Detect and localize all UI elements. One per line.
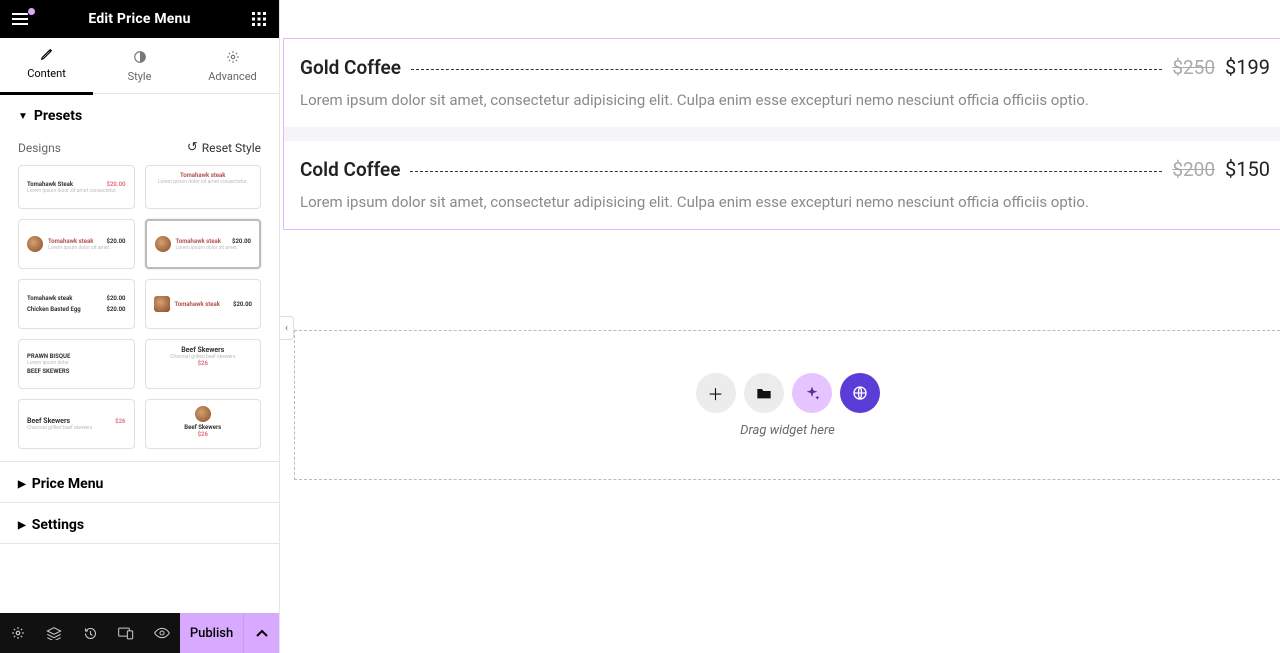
preset-card-4[interactable]: Tomahawk steak$20.00 Lorem ipsum dolor s… [145, 219, 262, 269]
tab-content-label: Content [27, 67, 66, 80]
plus-icon: ＋ [707, 381, 723, 405]
editor-canvas: ‹ Gold Coffee $250 $199 Lorem ipsum dolo… [280, 0, 1280, 653]
preset-card-7[interactable]: PRAWN BISQUE Lorem ipsum dolor BEEF SKEW… [18, 339, 135, 389]
widgets-grid-icon[interactable] [249, 9, 269, 29]
sidebar-header: Edit Price Menu [0, 0, 279, 38]
sidebar-footer: Publish [0, 613, 279, 653]
section-settings-label: Settings [32, 517, 84, 533]
publish-label: Publish [190, 626, 233, 641]
editor-sidebar: Edit Price Menu Content Style [0, 0, 280, 653]
preset-thumb [27, 236, 43, 252]
panel-title: Edit Price Menu [88, 11, 190, 27]
menu-item-old-price: $250 [1172, 56, 1215, 79]
drop-actions: ＋ [696, 373, 880, 413]
menu-item-description: Lorem ipsum dolor sit amet, consectetur … [300, 91, 1264, 109]
undo-icon: ↺ [187, 140, 198, 155]
globals-button[interactable] [840, 373, 880, 413]
menu-item-new-price: $150 [1225, 157, 1270, 181]
tab-style-label: Style [128, 70, 152, 83]
tab-style[interactable]: Style [93, 38, 186, 93]
history-icon[interactable] [72, 613, 108, 653]
publish-button[interactable]: Publish [180, 613, 243, 653]
preset-card-8[interactable]: Beef Skewers Charcoal grilled beef skewe… [145, 339, 262, 389]
responsive-icon[interactable] [108, 613, 144, 653]
menu-icon[interactable] [10, 9, 30, 29]
chevron-left-icon: ‹ [285, 323, 288, 334]
sparkle-icon [804, 385, 820, 401]
tab-advanced[interactable]: Advanced [186, 38, 279, 93]
panel-body: ▼ Presets Designs ↺ Reset Style Tomahawk… [0, 94, 279, 613]
designs-row: Designs ↺ Reset Style [0, 134, 279, 165]
preset-grid: Tomahawk Steak$20.00 Lorem ipsum dolor s… [0, 165, 279, 461]
settings-icon[interactable] [0, 613, 36, 653]
menu-item-old-price: $200 [1172, 158, 1215, 181]
menu-item-separator [410, 171, 1162, 172]
gear-icon [226, 48, 240, 66]
section-presets-label: Presets [34, 108, 82, 124]
preset-card-6[interactable]: Tomahawk steak$20.00 [145, 279, 262, 329]
menu-item-new-price: $199 [1225, 55, 1270, 79]
preset-card-5[interactable]: Tomahawk steak$20.00 Chicken Basted Egg$… [18, 279, 135, 329]
preset-card-9[interactable]: Beef Skewers$26 Charcoal grilled beef sk… [18, 399, 135, 449]
tab-advanced-label: Advanced [208, 70, 256, 83]
navigator-icon[interactable] [36, 613, 72, 653]
folder-icon [756, 386, 772, 400]
section-settings[interactable]: ▶ Settings [0, 502, 279, 544]
reset-style-button[interactable]: ↺ Reset Style [187, 140, 261, 155]
menu-item-title: Cold Coffee [300, 158, 400, 181]
preset-thumb [155, 236, 171, 252]
tab-content[interactable]: Content [0, 38, 93, 93]
pencil-icon [40, 45, 54, 63]
caret-right-icon: ▶ [18, 479, 26, 490]
designs-label: Designs [18, 141, 61, 155]
menu-item-title: Gold Coffee [300, 56, 401, 79]
drop-zone-label: Drag widget here [740, 423, 835, 438]
caret-right-icon: ▶ [18, 520, 26, 531]
contrast-icon [133, 48, 147, 66]
menu-item: Gold Coffee $250 $199 Lorem ipsum dolor … [284, 39, 1280, 127]
menu-item-separator [411, 69, 1162, 70]
preset-card-2[interactable]: Tomahawk steak Lorem ipsum dolor sit ame… [145, 165, 262, 209]
caret-down-icon: ▼ [18, 111, 28, 122]
template-library-button[interactable] [744, 373, 784, 413]
collapse-sidebar-handle[interactable]: ‹ [280, 316, 294, 340]
menu-item-description: Lorem ipsum dolor sit amet, consectetur … [300, 193, 1264, 211]
reset-style-label: Reset Style [202, 141, 261, 155]
preset-thumb [195, 406, 211, 422]
add-widget-button[interactable]: ＋ [696, 373, 736, 413]
globe-icon [852, 385, 868, 401]
preset-card-10[interactable]: Beef Skewers $26 [145, 399, 262, 449]
preset-card-1[interactable]: Tomahawk Steak$20.00 Lorem ipsum dolor s… [18, 165, 135, 209]
price-menu-widget[interactable]: Gold Coffee $250 $199 Lorem ipsum dolor … [283, 38, 1280, 230]
preset-thumb [154, 296, 170, 312]
section-price-menu-label: Price Menu [32, 476, 104, 492]
preset-card-3[interactable]: Tomahawk steak$20.00 Lorem ipsum dolor s… [18, 219, 135, 269]
publish-options-button[interactable] [243, 613, 279, 653]
chevron-up-icon [256, 629, 268, 637]
drop-zone[interactable]: ＋ Drag widget here [294, 330, 1280, 480]
menu-item: Cold Coffee $200 $150 Lorem ipsum dolor … [284, 127, 1280, 229]
section-price-menu[interactable]: ▶ Price Menu [0, 461, 279, 502]
preview-icon[interactable] [144, 613, 180, 653]
editor-tabs: Content Style Advanced [0, 38, 279, 94]
footer-icons [0, 613, 180, 653]
section-presets[interactable]: ▼ Presets [0, 94, 279, 134]
ai-generate-button[interactable] [792, 373, 832, 413]
